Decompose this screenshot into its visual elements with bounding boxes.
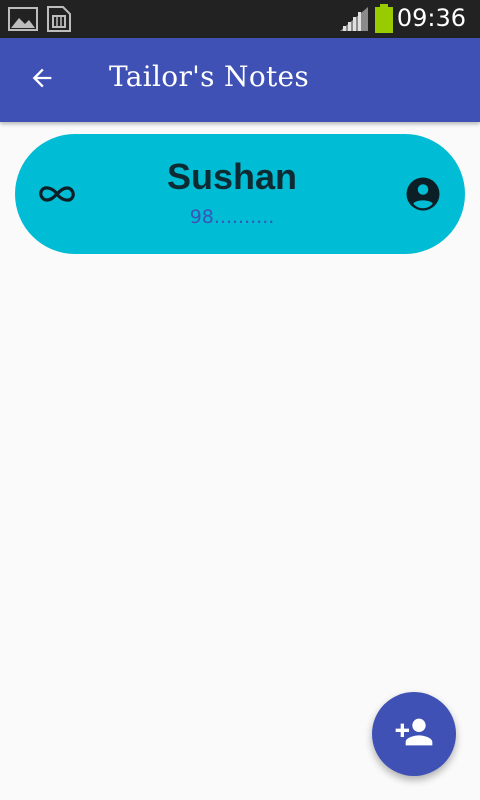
add-customer-button[interactable] (372, 692, 456, 776)
back-button[interactable] (20, 58, 64, 102)
customer-phone: 98.......... (189, 206, 275, 228)
status-bar: 09:36 (0, 0, 480, 38)
status-time: 09:36 (396, 4, 466, 32)
arrow-back-icon (28, 64, 56, 96)
page-title: Tailor's Notes (109, 60, 310, 93)
person-add-icon (394, 712, 434, 756)
customer-name: Sushan (166, 156, 298, 197)
sim-card-icon (46, 5, 72, 37)
customer-card[interactable]: Sushan 98.......... (15, 134, 465, 254)
account-circle-icon[interactable] (405, 176, 441, 212)
battery-icon (374, 4, 394, 38)
image-notification-icon (8, 7, 38, 35)
signal-icon (338, 6, 370, 36)
app-bar: Tailor's Notes (0, 38, 480, 122)
